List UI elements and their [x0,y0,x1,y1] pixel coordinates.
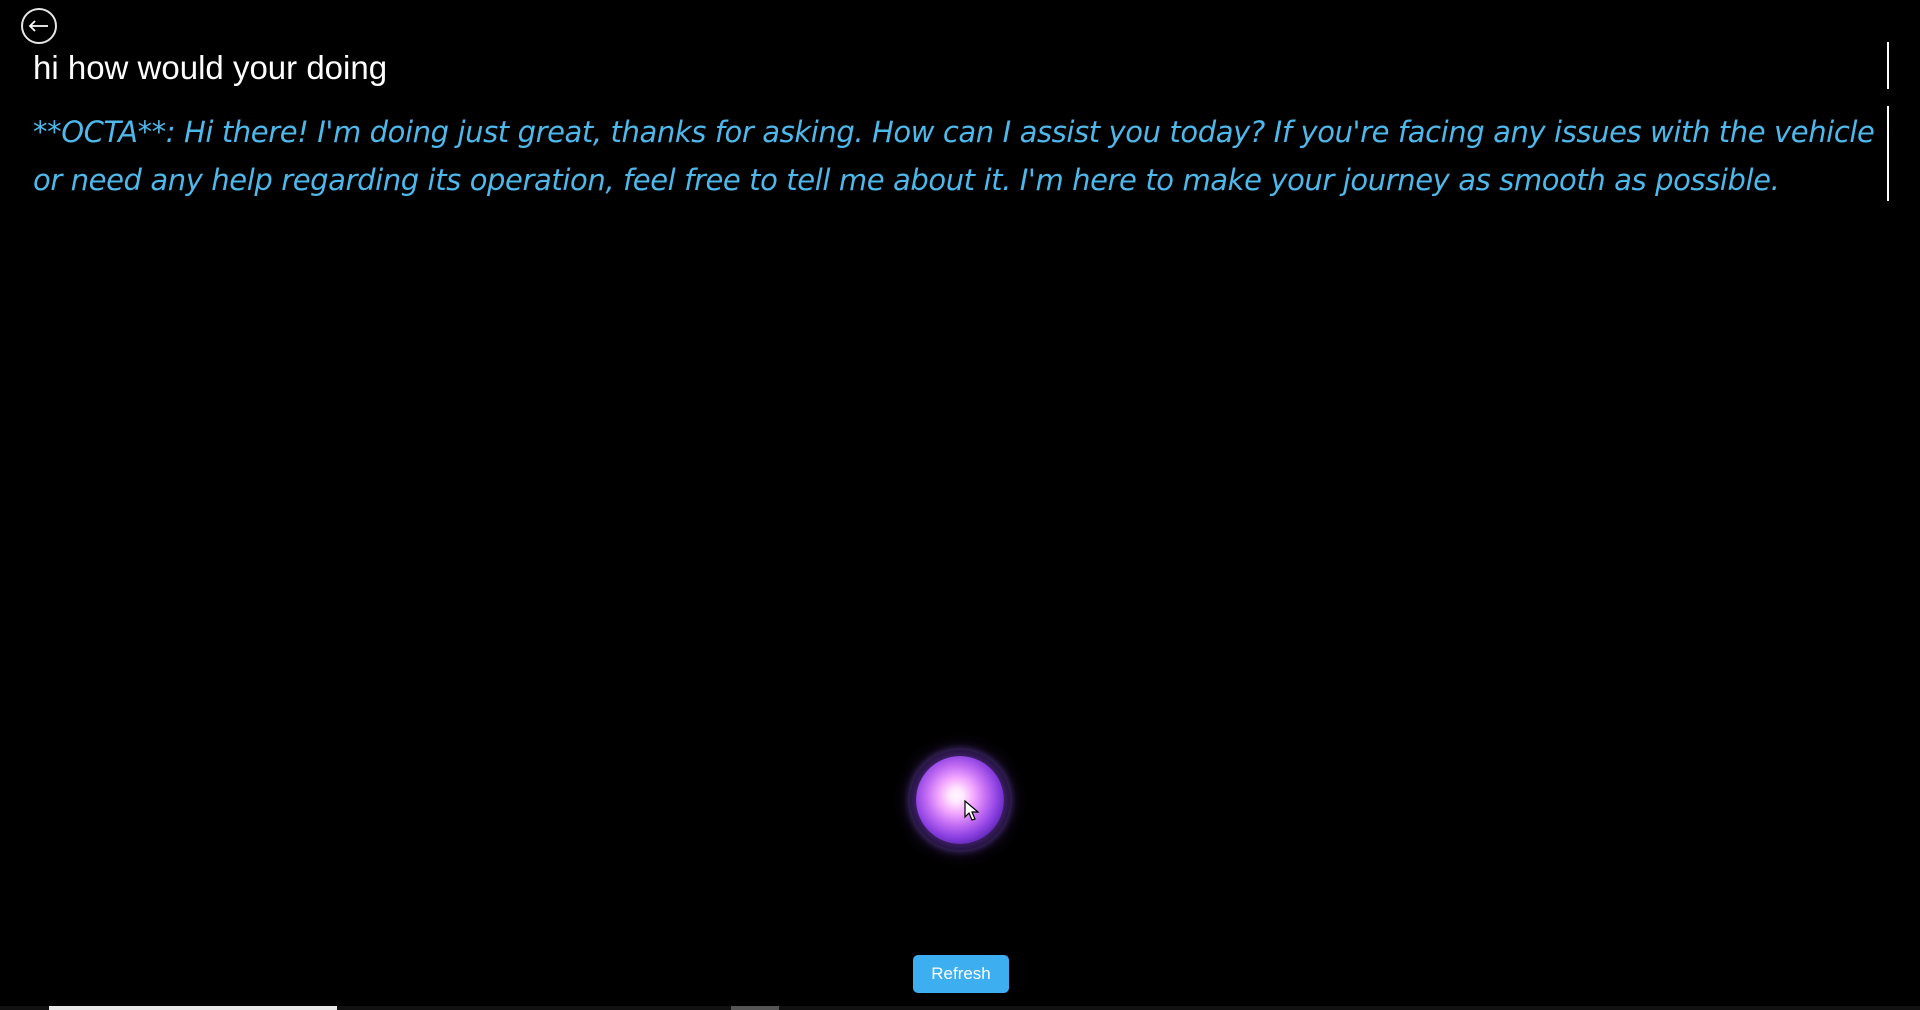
voice-assistant-screen: hi how would your doing **OCTA**: Hi the… [0,0,1920,1010]
voice-orb-icon [916,756,1004,844]
user-message: hi how would your doing [33,49,388,86]
voice-orb-button[interactable] [910,750,1010,850]
scrollbar-marker [731,1006,779,1010]
refresh-button[interactable]: Refresh [913,955,1009,993]
scrollbar-thumb[interactable] [49,1006,337,1010]
message-divider-user [1887,42,1889,89]
back-button[interactable] [21,8,57,44]
assistant-response: **OCTA**: Hi there! I'm doing just great… [33,115,1875,197]
left-arrow-icon [28,20,48,32]
horizontal-scrollbar[interactable] [0,1006,1920,1010]
message-divider-assistant [1887,106,1889,201]
